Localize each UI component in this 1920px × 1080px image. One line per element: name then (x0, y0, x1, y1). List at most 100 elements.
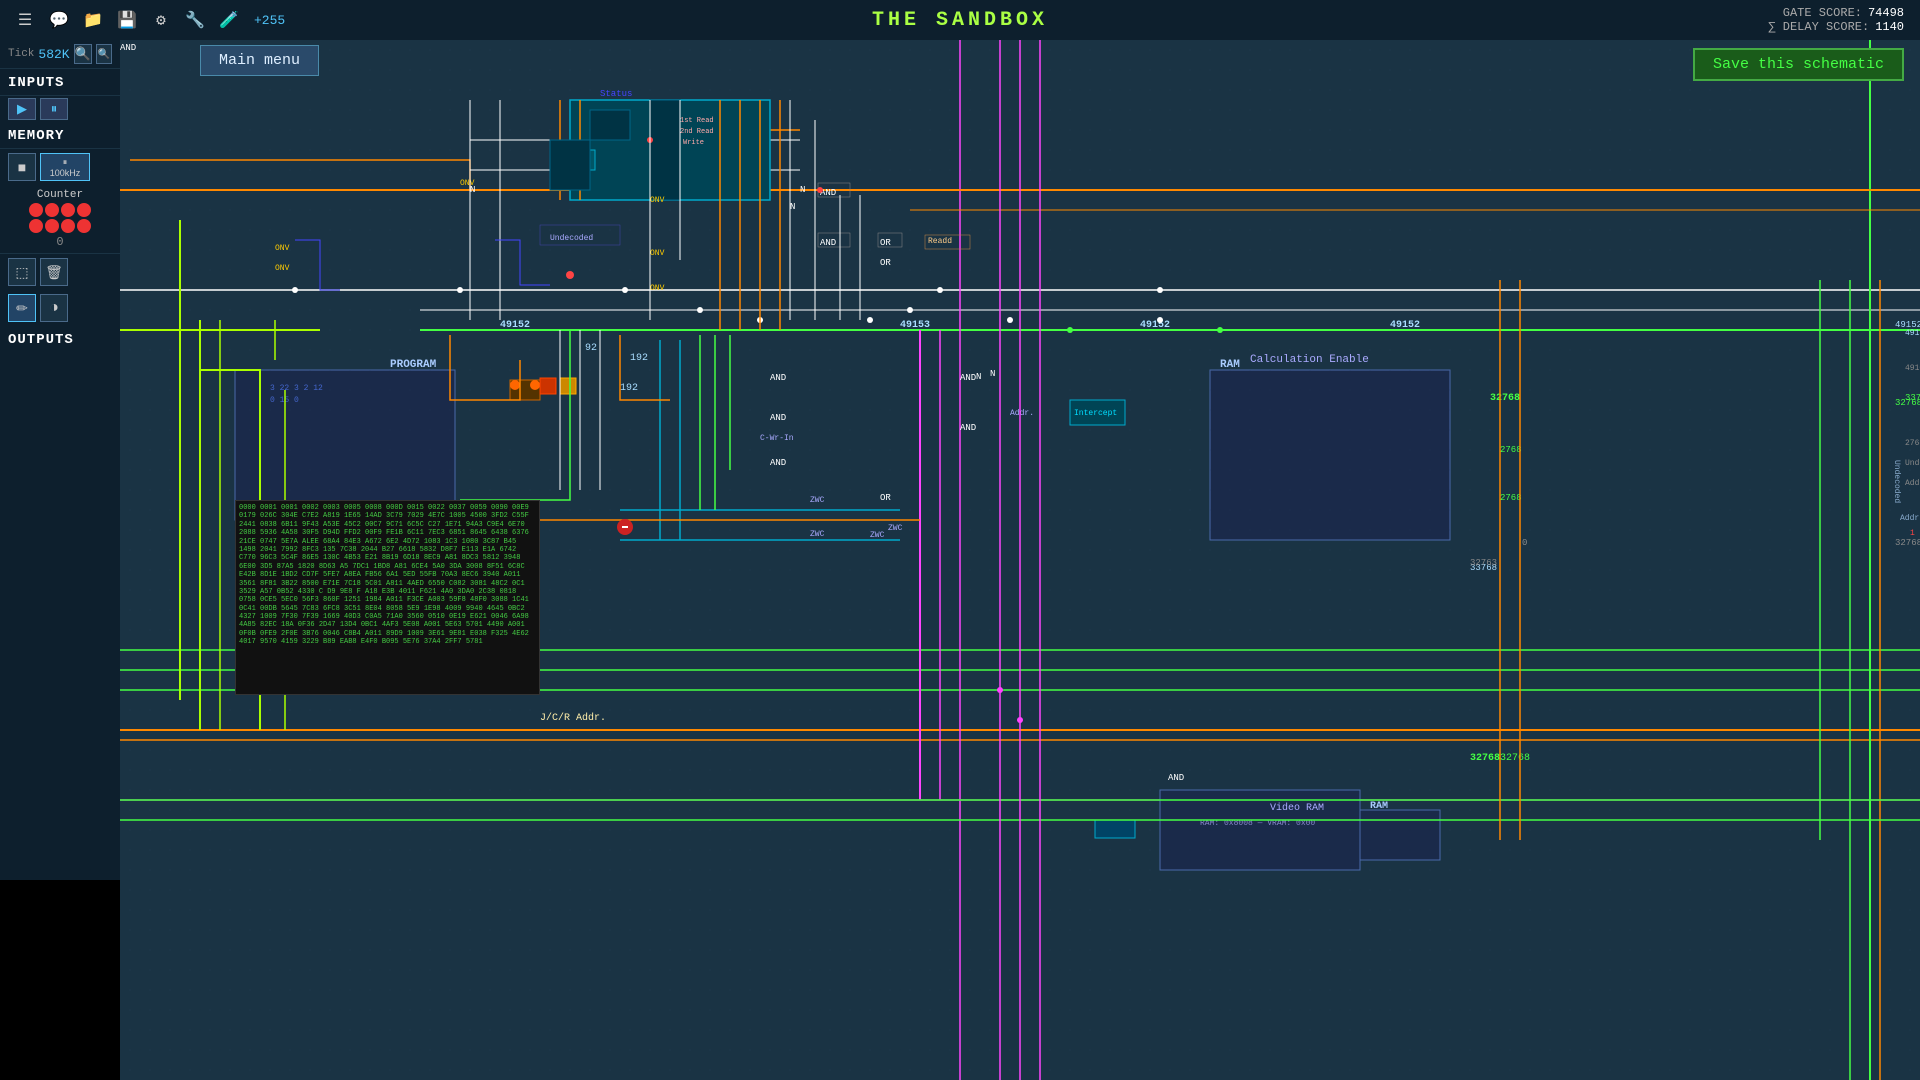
menu-icon[interactable]: ☰ (12, 7, 38, 33)
svg-text:AND: AND (770, 373, 786, 383)
spinner-button[interactable]: ◑ (40, 294, 68, 322)
app-title: THE SANDBOX (872, 9, 1048, 32)
counter-dot-5 (29, 219, 43, 233)
svg-text:Calculation Enable: Calculation Enable (1250, 354, 1369, 366)
svg-text:192: 192 (620, 383, 638, 394)
svg-text:OR: OR (880, 238, 891, 248)
counter-dots (29, 203, 91, 233)
svg-text:192: 192 (630, 353, 648, 364)
svg-text:AND: AND (1168, 773, 1184, 783)
tick-label: Tick (8, 48, 34, 60)
svg-text:AND: AND (770, 458, 786, 468)
save-schematic-button[interactable]: Save this schematic (1693, 48, 1904, 81)
svg-text:Write: Write (683, 139, 704, 147)
sidebar-tools2: ⬚ 🗑 (0, 254, 120, 290)
counter-dot-8 (77, 219, 91, 233)
svg-text:Addr: Addr (1905, 479, 1920, 488)
chat-icon[interactable]: 💬 (46, 7, 72, 33)
svg-text:2nd Read: 2nd Read (680, 128, 714, 136)
svg-text:ZWC: ZWC (810, 496, 825, 505)
delay-score-line: ∑ DELAY SCORE: 1140 (1768, 20, 1904, 34)
svg-text:N: N (800, 185, 805, 195)
arrow-pause-button[interactable]: ⏸ (40, 98, 68, 120)
svg-text:AND: AND (770, 413, 786, 423)
svg-text:49153: 49153 (900, 320, 930, 331)
svg-text:Undecoded: Undecoded (1892, 460, 1901, 503)
svg-text:N: N (976, 372, 981, 382)
svg-text:1: 1 (1910, 529, 1915, 538)
svg-text:32768: 32768 (1500, 753, 1530, 764)
zoom-in-button[interactable]: 🔍 (74, 44, 92, 64)
svg-text:Status: Status (600, 89, 632, 99)
svg-text:ONV: ONV (650, 196, 665, 205)
pencil-tool-button[interactable]: ✏ (8, 294, 36, 322)
svg-text:AND: AND (960, 423, 976, 433)
file-icon[interactable]: 📁 (80, 7, 106, 33)
canvas-area[interactable]: AND AND OR AND AND AND AND AND (120, 40, 1920, 1080)
memory-section: MEMORY (0, 122, 120, 149)
svg-text:Readd: Readd (928, 237, 952, 246)
black-preview (0, 880, 120, 1080)
svg-text:32763: 32763 (1470, 558, 1497, 568)
svg-text:Intercept: Intercept (1074, 409, 1117, 418)
gate-score-label: GATE SCORE: (1783, 6, 1862, 20)
svg-text:AND: AND (960, 373, 976, 383)
svg-text:49152: 49152 (1390, 320, 1420, 331)
play-100khz-button[interactable]: ⏸100kHz (40, 153, 90, 181)
hex-dump: 0000 0001 0001 0002 0003 0005 0008 000D … (235, 500, 540, 695)
svg-text:2768: 2768 (1500, 445, 1522, 455)
svg-text:ONV: ONV (275, 244, 290, 253)
svg-text:RAM: RAM (1220, 359, 1240, 371)
sidebar-tools3: ✏ ◑ (0, 290, 120, 326)
inputs-label: INPUTS (8, 75, 64, 91)
counter-dot-2 (45, 203, 59, 217)
inputs-section: INPUTS (0, 69, 120, 96)
svg-text:AND: AND (820, 238, 836, 248)
select-tool-button[interactable]: ⬚ (8, 258, 36, 286)
score-area: GATE SCORE: 74498 ∑ DELAY SCORE: 1140 (1768, 0, 1904, 40)
svg-text:N: N (990, 369, 995, 379)
svg-text:N: N (790, 202, 795, 212)
counter-dot-6 (45, 219, 59, 233)
svg-text:Video RAM: Video RAM (1270, 802, 1324, 814)
svg-text:J/C/R Addr.: J/C/R Addr. (540, 712, 606, 724)
svg-text:1st Read: 1st Read (680, 117, 714, 125)
save-icon[interactable]: 💾 (114, 7, 140, 33)
svg-text:PROGRAM: PROGRAM (390, 359, 437, 371)
svg-text:2768: 2768 (1500, 493, 1522, 503)
svg-text:Addr.: Addr. (1010, 409, 1034, 418)
zoom-out-button[interactable]: 🔍 (96, 44, 112, 64)
main-menu-button[interactable]: Main menu (200, 45, 319, 76)
delay-score-value: 1140 (1875, 20, 1904, 34)
svg-text:32768: 32768 (1895, 538, 1920, 548)
svg-text:ZWC: ZWC (810, 530, 825, 539)
svg-text:OR: OR (880, 258, 891, 268)
counter-label: Counter (37, 189, 83, 201)
svg-text:AND: AND (120, 43, 136, 53)
outputs-section: OUTPUTS (0, 326, 120, 352)
svg-text:32768: 32768 (1490, 393, 1520, 404)
gate-score-value: 74498 (1868, 6, 1904, 20)
stop-button[interactable]: ■ (8, 153, 36, 181)
plus-count: +255 (254, 13, 285, 28)
svg-text:49152: 49152 (1140, 320, 1170, 331)
topbar-icons: ☰ 💬 📁 💾 ⚙ 🔧 🧪 +255 (0, 7, 297, 33)
svg-text:ONV: ONV (650, 249, 665, 258)
counter-dot-7 (61, 219, 75, 233)
arrow-right-button[interactable]: ▶ (8, 98, 36, 120)
svg-text:C-Wr-In: C-Wr-In (760, 434, 794, 443)
tick-value: 582K (38, 47, 69, 62)
settings-icon[interactable]: ⚙ (148, 7, 174, 33)
svg-text:OR: OR (880, 493, 891, 503)
svg-text:ONV: ONV (460, 179, 475, 188)
svg-text:ONV: ONV (275, 264, 290, 273)
sidebar: Tick 582K 🔍 🔍 INPUTS ▶ ⏸ MEMORY ■ ⏸100kH… (0, 40, 120, 1080)
svg-text:0: 0 (1522, 538, 1527, 548)
tool-icon[interactable]: 🔧 (182, 7, 208, 33)
memory-tools-row: ■ ⏸100kHz (0, 149, 120, 185)
delete-button[interactable]: 🗑 (40, 258, 68, 286)
svg-text:2768: 2768 (1905, 439, 1920, 448)
flask-icon[interactable]: 🧪 (216, 7, 242, 33)
counter-section: Counter 0 (0, 185, 120, 254)
svg-text:RAM: RAM (1370, 801, 1388, 812)
